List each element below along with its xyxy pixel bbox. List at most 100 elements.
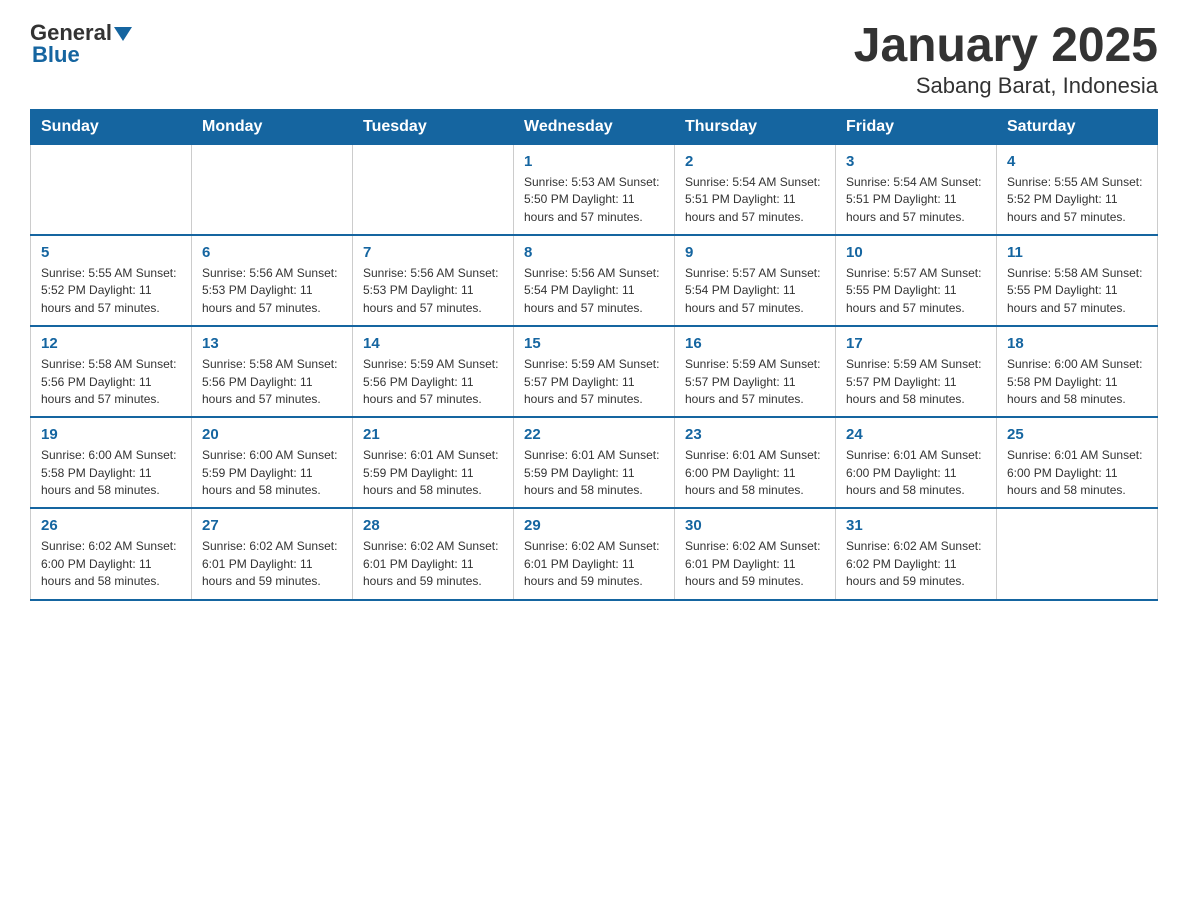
day-info: Sunrise: 5:59 AM Sunset: 5:56 PM Dayligh… (363, 356, 503, 408)
calendar-table: SundayMondayTuesdayWednesdayThursdayFrid… (30, 109, 1158, 601)
day-number: 13 (202, 335, 342, 352)
day-info: Sunrise: 6:02 AM Sunset: 6:01 PM Dayligh… (363, 538, 503, 590)
calendar-header-sunday: Sunday (31, 109, 192, 144)
calendar-header-monday: Monday (192, 109, 353, 144)
day-info: Sunrise: 5:59 AM Sunset: 5:57 PM Dayligh… (524, 356, 664, 408)
page-title: January 2025 (854, 20, 1158, 73)
day-info: Sunrise: 5:58 AM Sunset: 5:56 PM Dayligh… (41, 356, 181, 408)
calendar-cell: 28 Sunrise: 6:02 AM Sunset: 6:01 PM Dayli… (353, 508, 514, 599)
day-number: 22 (524, 426, 664, 443)
day-number: 23 (685, 426, 825, 443)
calendar-week-row: 1Sunrise: 5:53 AM Sunset: 5:50 PM Daylig… (31, 144, 1158, 235)
calendar-cell: 19 Sunrise: 6:00 AM Sunset: 5:58 PM Dayli… (31, 417, 192, 508)
calendar-cell: 13 Sunrise: 5:58 AM Sunset: 5:56 PM Dayli… (192, 326, 353, 417)
calendar-cell: 14 Sunrise: 5:59 AM Sunset: 5:56 PM Dayli… (353, 326, 514, 417)
calendar-cell: 10 Sunrise: 5:57 AM Sunset: 5:55 PM Dayli… (836, 235, 997, 326)
calendar-header-friday: Friday (836, 109, 997, 144)
day-number: 14 (363, 335, 503, 352)
calendar-week-row: 5 Sunrise: 5:55 AM Sunset: 5:52 PM Daylig… (31, 235, 1158, 326)
calendar-cell: 18 Sunrise: 6:00 AM Sunset: 5:58 PM Dayli… (997, 326, 1158, 417)
day-info: Sunrise: 6:01 AM Sunset: 6:00 PM Dayligh… (846, 447, 986, 499)
calendar-cell: 8 Sunrise: 5:56 AM Sunset: 5:54 PM Daylig… (514, 235, 675, 326)
day-number: 15 (524, 335, 664, 352)
day-number: 6 (202, 244, 342, 261)
calendar-cell: 27 Sunrise: 6:02 AM Sunset: 6:01 PM Dayli… (192, 508, 353, 599)
day-number: 10 (846, 244, 986, 261)
day-info: Sunrise: 6:00 AM Sunset: 5:58 PM Dayligh… (1007, 356, 1147, 408)
title-block: January 2025 Sabang Barat, Indonesia (854, 20, 1158, 99)
day-info: Sunrise: 5:56 AM Sunset: 5:53 PM Dayligh… (202, 265, 342, 317)
day-number: 18 (1007, 335, 1147, 352)
day-number: 27 (202, 517, 342, 534)
calendar-cell: 15 Sunrise: 5:59 AM Sunset: 5:57 PM Dayli… (514, 326, 675, 417)
calendar-cell: 12 Sunrise: 5:58 AM Sunset: 5:56 PM Dayli… (31, 326, 192, 417)
day-info: Sunrise: 5:58 AM Sunset: 5:55 PM Dayligh… (1007, 265, 1147, 317)
day-info: Sunrise: 5:59 AM Sunset: 5:57 PM Dayligh… (685, 356, 825, 408)
day-number: 28 (363, 517, 503, 534)
calendar-cell: 2Sunrise: 5:54 AM Sunset: 5:51 PM Daylig… (675, 144, 836, 235)
calendar-cell: 7 Sunrise: 5:56 AM Sunset: 5:53 PM Daylig… (353, 235, 514, 326)
day-info: Sunrise: 5:58 AM Sunset: 5:56 PM Dayligh… (202, 356, 342, 408)
calendar-week-row: 12 Sunrise: 5:58 AM Sunset: 5:56 PM Dayli… (31, 326, 1158, 417)
logo-blue-text: Blue (32, 42, 80, 68)
day-number: 25 (1007, 426, 1147, 443)
page-subtitle: Sabang Barat, Indonesia (854, 73, 1158, 99)
day-info: Sunrise: 6:02 AM Sunset: 6:01 PM Dayligh… (202, 538, 342, 590)
day-info: Sunrise: 5:57 AM Sunset: 5:54 PM Dayligh… (685, 265, 825, 317)
day-number: 19 (41, 426, 181, 443)
day-number: 20 (202, 426, 342, 443)
day-number: 17 (846, 335, 986, 352)
day-info: Sunrise: 5:56 AM Sunset: 5:53 PM Dayligh… (363, 265, 503, 317)
day-info: Sunrise: 6:01 AM Sunset: 6:00 PM Dayligh… (1007, 447, 1147, 499)
calendar-week-row: 19 Sunrise: 6:00 AM Sunset: 5:58 PM Dayli… (31, 417, 1158, 508)
calendar-header-thursday: Thursday (675, 109, 836, 144)
calendar-cell: 16Sunrise: 5:59 AM Sunset: 5:57 PM Dayli… (675, 326, 836, 417)
day-number: 21 (363, 426, 503, 443)
calendar-header-saturday: Saturday (997, 109, 1158, 144)
day-info: Sunrise: 6:01 AM Sunset: 6:00 PM Dayligh… (685, 447, 825, 499)
day-number: 1 (524, 153, 664, 170)
day-info: Sunrise: 5:57 AM Sunset: 5:55 PM Dayligh… (846, 265, 986, 317)
calendar-cell: 11 Sunrise: 5:58 AM Sunset: 5:55 PM Dayli… (997, 235, 1158, 326)
calendar-cell: 21 Sunrise: 6:01 AM Sunset: 5:59 PM Dayli… (353, 417, 514, 508)
calendar-header-tuesday: Tuesday (353, 109, 514, 144)
day-number: 26 (41, 517, 181, 534)
calendar-cell: 5 Sunrise: 5:55 AM Sunset: 5:52 PM Daylig… (31, 235, 192, 326)
day-info: Sunrise: 6:02 AM Sunset: 6:02 PM Dayligh… (846, 538, 986, 590)
calendar-cell (192, 144, 353, 235)
calendar-cell: 4 Sunrise: 5:55 AM Sunset: 5:52 PM Daylig… (997, 144, 1158, 235)
day-info: Sunrise: 6:02 AM Sunset: 6:01 PM Dayligh… (524, 538, 664, 590)
day-info: Sunrise: 5:56 AM Sunset: 5:54 PM Dayligh… (524, 265, 664, 317)
day-number: 24 (846, 426, 986, 443)
logo-triangle-icon (114, 25, 132, 43)
day-info: Sunrise: 5:54 AM Sunset: 5:51 PM Dayligh… (846, 174, 986, 226)
day-number: 12 (41, 335, 181, 352)
logo: General Blue (30, 20, 132, 68)
day-info: Sunrise: 6:00 AM Sunset: 5:58 PM Dayligh… (41, 447, 181, 499)
calendar-header-row: SundayMondayTuesdayWednesdayThursdayFrid… (31, 109, 1158, 144)
calendar-cell: 20Sunrise: 6:00 AM Sunset: 5:59 PM Dayli… (192, 417, 353, 508)
calendar-cell: 26Sunrise: 6:02 AM Sunset: 6:00 PM Dayli… (31, 508, 192, 599)
day-info: Sunrise: 5:55 AM Sunset: 5:52 PM Dayligh… (1007, 174, 1147, 226)
day-number: 8 (524, 244, 664, 261)
calendar-cell: 3 Sunrise: 5:54 AM Sunset: 5:51 PM Daylig… (836, 144, 997, 235)
day-info: Sunrise: 6:01 AM Sunset: 5:59 PM Dayligh… (524, 447, 664, 499)
day-info: Sunrise: 6:02 AM Sunset: 6:01 PM Dayligh… (685, 538, 825, 590)
day-number: 11 (1007, 244, 1147, 261)
calendar-cell: 23 Sunrise: 6:01 AM Sunset: 6:00 PM Dayli… (675, 417, 836, 508)
day-info: Sunrise: 5:55 AM Sunset: 5:52 PM Dayligh… (41, 265, 181, 317)
calendar-cell: 31Sunrise: 6:02 AM Sunset: 6:02 PM Dayli… (836, 508, 997, 599)
page-header: General Blue January 2025 Sabang Barat, … (30, 20, 1158, 99)
day-number: 3 (846, 153, 986, 170)
calendar-cell: 22 Sunrise: 6:01 AM Sunset: 5:59 PM Dayli… (514, 417, 675, 508)
day-number: 5 (41, 244, 181, 261)
day-number: 7 (363, 244, 503, 261)
day-number: 2 (685, 153, 825, 170)
day-info: Sunrise: 6:01 AM Sunset: 5:59 PM Dayligh… (363, 447, 503, 499)
calendar-header-wednesday: Wednesday (514, 109, 675, 144)
day-info: Sunrise: 5:59 AM Sunset: 5:57 PM Dayligh… (846, 356, 986, 408)
day-number: 4 (1007, 153, 1147, 170)
calendar-cell: 1Sunrise: 5:53 AM Sunset: 5:50 PM Daylig… (514, 144, 675, 235)
calendar-cell (353, 144, 514, 235)
calendar-cell: 17 Sunrise: 5:59 AM Sunset: 5:57 PM Dayli… (836, 326, 997, 417)
